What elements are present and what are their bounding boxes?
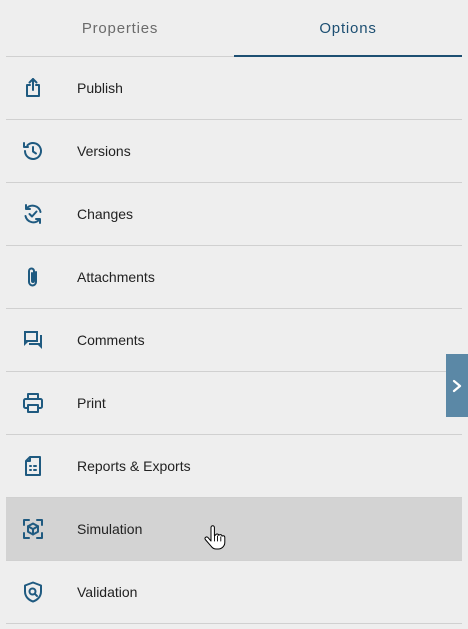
- paperclip-icon: [20, 264, 46, 290]
- menu-item-attachments[interactable]: Attachments: [6, 246, 462, 309]
- menu-item-comments[interactable]: Comments: [6, 309, 462, 372]
- simulation-icon: [20, 516, 46, 542]
- chevron-right-icon: [452, 379, 462, 392]
- menu-item-validation[interactable]: Validation: [6, 561, 462, 624]
- changes-icon: [20, 201, 46, 227]
- printer-icon: [20, 390, 46, 416]
- menu-item-label: Print: [77, 395, 106, 411]
- menu-item-label: Reports & Exports: [77, 458, 191, 474]
- options-menu: Publish Versions Changes Attachments Com…: [6, 57, 462, 624]
- menu-item-label: Validation: [77, 584, 138, 600]
- menu-item-reports-exports[interactable]: Reports & Exports: [6, 435, 462, 498]
- menu-item-changes[interactable]: Changes: [6, 183, 462, 246]
- menu-item-label: Simulation: [77, 521, 143, 537]
- menu-item-publish[interactable]: Publish: [6, 57, 462, 120]
- menu-item-simulation[interactable]: Simulation: [6, 498, 462, 561]
- menu-item-label: Publish: [77, 80, 123, 96]
- history-icon: [20, 138, 46, 164]
- report-icon: [20, 453, 46, 479]
- tab-bar: Properties Options: [6, 0, 462, 57]
- tab-options[interactable]: Options: [234, 0, 462, 57]
- menu-item-label: Versions: [77, 143, 131, 159]
- menu-item-versions[interactable]: Versions: [6, 120, 462, 183]
- menu-item-label: Comments: [77, 332, 145, 348]
- expand-panel-button[interactable]: [446, 354, 468, 417]
- menu-item-label: Changes: [77, 206, 134, 222]
- tab-properties[interactable]: Properties: [6, 0, 234, 56]
- menu-item-label: Attachments: [77, 269, 155, 285]
- shield-search-icon: [20, 579, 46, 605]
- publish-icon: [20, 75, 46, 101]
- menu-item-print[interactable]: Print: [6, 372, 462, 435]
- comments-icon: [20, 327, 46, 353]
